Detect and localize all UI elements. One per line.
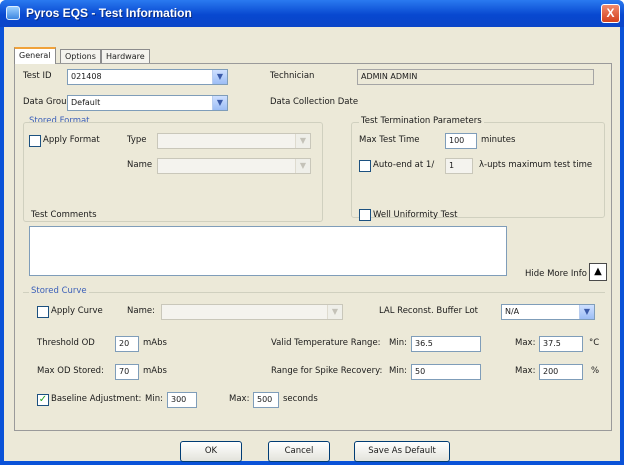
technician-label: Technician (270, 71, 315, 81)
max-test-time-label: Max Test Time (359, 135, 420, 145)
baseline-adjustment-label: Baseline Adjustment: (51, 394, 142, 404)
threshold-od-input[interactable]: 20 (115, 336, 139, 352)
max-test-time-input[interactable]: 100 (445, 133, 477, 149)
close-button[interactable]: X (601, 4, 620, 23)
tab-hardware[interactable]: Hardware (101, 49, 150, 63)
lal-buffer-lot-combo[interactable]: N/A ▼ (501, 304, 595, 320)
auto-end-checkbox[interactable] (359, 160, 371, 172)
data-collection-date-label: Data Collection Date (270, 97, 359, 107)
chevron-down-icon: ▼ (295, 159, 310, 173)
baseline-min-input[interactable]: 300 (167, 392, 197, 408)
spike-recovery-label: Range for Spike Recovery: (271, 366, 383, 376)
hide-more-info-label: Hide More Info (525, 269, 587, 279)
chevron-down-icon[interactable]: ▼ (579, 305, 594, 319)
dialog-body: General Options Hardware Test ID 021408 … (4, 27, 620, 462)
test-id-label: Test ID (23, 71, 52, 81)
app-icon (6, 6, 20, 20)
apply-curve-checkbox[interactable] (37, 306, 49, 318)
max-od-stored-label: Max OD Stored: (37, 366, 104, 376)
data-group-combo[interactable]: Default ▼ (67, 95, 228, 111)
spike-max-input[interactable]: 200 (539, 364, 583, 380)
name-combo[interactable]: ▼ (157, 158, 311, 174)
test-id-value: 021408 (71, 72, 102, 81)
baseline-max-input[interactable]: 500 (253, 392, 279, 408)
data-group-value: Default (71, 98, 101, 107)
spike-min-input[interactable]: 50 (411, 364, 481, 380)
apply-curve-label: Apply Curve (51, 306, 103, 316)
chevron-down-icon[interactable]: ▼ (212, 96, 227, 110)
spike-unit: % (591, 366, 600, 376)
type-combo[interactable]: ▼ (157, 133, 311, 149)
window-title: Pyros EQS - Test Information (26, 6, 192, 20)
test-id-combo[interactable]: 021408 ▼ (67, 69, 228, 85)
ok-button[interactable]: OK (180, 441, 242, 462)
temp-min-input[interactable]: 36.5 (411, 336, 481, 352)
lal-buffer-lot-label: LAL Reconst. Buffer Lot (379, 306, 478, 316)
baseline-max-label: Max: (229, 394, 250, 404)
chevron-down-icon: ▼ (295, 134, 310, 148)
general-panel: Test ID 021408 ▼ Technician ADMIN ADMIN … (14, 63, 612, 431)
baseline-adjustment-checkbox[interactable]: ✓ (37, 394, 49, 406)
well-uniformity-label: Well Uniformity Test (373, 210, 458, 220)
technician-field: ADMIN ADMIN (357, 69, 594, 85)
dialog-window: Pyros EQS - Test Information X General O… (0, 0, 624, 465)
baseline-unit: seconds (283, 394, 318, 404)
well-uniformity-checkbox[interactable] (359, 209, 371, 221)
test-comments-textarea[interactable] (29, 226, 507, 276)
lal-buffer-lot-value: N/A (505, 307, 520, 316)
chevron-down-icon: ▼ (327, 305, 342, 319)
max-od-stored-unit: mAbs (143, 366, 167, 376)
arrow-up-icon[interactable]: ▲ (589, 263, 607, 281)
valid-temp-label: Valid Temperature Range: (271, 338, 381, 348)
apply-format-label: Apply Format (43, 135, 100, 145)
curve-name-combo[interactable]: ▼ (161, 304, 343, 320)
spike-max-label: Max: (515, 366, 536, 376)
auto-end-input[interactable]: 1 (445, 158, 473, 174)
baseline-min-label: Min: (145, 394, 163, 404)
temp-max-label: Max: (515, 338, 536, 348)
apply-format-checkbox[interactable] (29, 135, 41, 147)
auto-end-label: Auto-end at 1/ (373, 160, 435, 170)
temp-max-input[interactable]: 37.5 (539, 336, 583, 352)
chevron-down-icon[interactable]: ▼ (212, 70, 227, 84)
max-od-stored-input[interactable]: 70 (115, 364, 139, 380)
title-bar[interactable]: Pyros EQS - Test Information X (0, 0, 624, 27)
termination-title: Test Termination Parameters (359, 116, 484, 126)
curve-name-label: Name: (127, 306, 155, 316)
threshold-od-unit: mAbs (143, 338, 167, 348)
temp-min-label: Min: (389, 338, 407, 348)
divider (23, 292, 605, 293)
test-comments-label: Test Comments (31, 210, 97, 220)
data-group-label: Data Group (23, 97, 72, 107)
threshold-od-label: Threshold OD (37, 338, 95, 348)
max-test-time-unit: minutes (481, 135, 516, 145)
auto-end-suffix: λ-upts maximum test time (479, 160, 593, 170)
name-label: Name (127, 160, 153, 170)
type-label: Type (127, 135, 147, 145)
cancel-button[interactable]: Cancel (268, 441, 330, 462)
spike-min-label: Min: (389, 366, 407, 376)
save-as-default-button[interactable]: Save As Default (354, 441, 450, 462)
tab-options[interactable]: Options (60, 49, 101, 63)
temp-unit: °C (589, 338, 600, 348)
stored-curve-title: Stored Curve (29, 286, 89, 296)
tab-general[interactable]: General (14, 47, 56, 64)
